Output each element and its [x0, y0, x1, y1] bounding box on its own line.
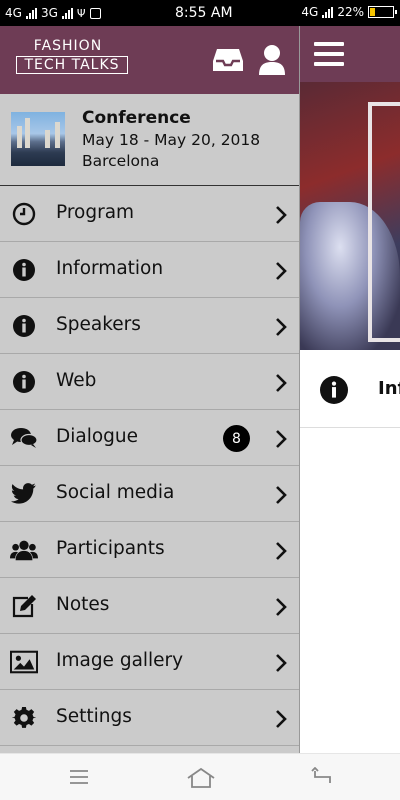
unread-count-badge: 8 [223, 425, 250, 452]
content-list-item[interactable]: Inf [300, 350, 400, 428]
info-icon [10, 314, 38, 338]
logo-line-1: FASHION [33, 38, 103, 54]
app-header [300, 26, 400, 82]
hero-frame-shape [368, 102, 400, 342]
people-icon [10, 538, 38, 562]
signal-icon [322, 6, 334, 18]
chevron-right-icon [274, 541, 288, 565]
menu-item-label: Notes [56, 594, 110, 615]
event-city: Barcelona [82, 152, 160, 170]
chevron-right-icon [274, 485, 288, 509]
event-title: Conference [82, 108, 191, 128]
chevron-right-icon [274, 373, 288, 397]
menu-item-label: Dialogue [56, 426, 139, 447]
gear-icon [10, 706, 38, 730]
event-card[interactable]: Conference May 18 - May 20, 2018 Barcelo… [0, 94, 299, 186]
menu-item-label: Image gallery [56, 650, 184, 671]
battery-percent: 22% [337, 5, 364, 19]
image-icon [10, 650, 38, 674]
menu-item-label: Settings [56, 706, 132, 727]
usb-icon: Ψ [76, 6, 86, 20]
info-icon [10, 370, 38, 394]
user-icon[interactable] [258, 44, 286, 80]
signal-icon [61, 7, 73, 19]
chevron-right-icon [274, 653, 288, 677]
logo-line-2: TECH TALKS [16, 56, 128, 74]
info-icon [10, 258, 38, 282]
menu-item-label: Participants [56, 538, 165, 559]
menu-item-label: Speakers [56, 314, 141, 335]
inbox-icon[interactable] [212, 46, 244, 78]
brand-logo: FASHION TECH TALKS [16, 38, 128, 74]
event-dates: May 18 - May 20, 2018 [82, 131, 261, 149]
chevron-right-icon [274, 261, 288, 285]
network-type-2: 3G [40, 6, 58, 20]
battery-icon [368, 6, 397, 18]
drawer-menu: Program Information Speakers Web Dialogue 8 So… [0, 186, 299, 746]
edit-icon [10, 594, 38, 618]
drawer-header: FASHION TECH TALKS [0, 26, 299, 94]
recents-icon[interactable] [68, 767, 90, 791]
content-item-label: Inf [378, 378, 400, 399]
menu-item-participants[interactable]: Participants [0, 522, 299, 578]
signal-icon [25, 7, 37, 19]
menu-item-speakers[interactable]: Speakers [0, 298, 299, 354]
menu-item-image-gallery[interactable]: Image gallery [0, 634, 299, 690]
status-bar: 4G 3G Ψ 8:55 AM 4G 22% [0, 0, 400, 26]
chevron-right-icon [274, 709, 288, 733]
menu-item-settings[interactable]: Settings [0, 690, 299, 746]
home-icon[interactable] [186, 767, 216, 793]
menu-item-notes[interactable]: Notes [0, 578, 299, 634]
network-type-1: 4G [5, 6, 22, 20]
menu-item-label: Program [56, 202, 135, 223]
menu-item-label: Information [56, 258, 164, 279]
status-right: 4G 22% [301, 5, 397, 19]
chevron-right-icon [274, 429, 288, 453]
twitter-icon [10, 482, 38, 506]
menu-item-information[interactable]: Information [0, 242, 299, 298]
chat-icon [10, 426, 38, 450]
notification-icon [89, 7, 101, 19]
chevron-right-icon [274, 597, 288, 621]
back-icon[interactable] [311, 766, 333, 791]
menu-item-label: Web [56, 370, 97, 391]
menu-item-social-media[interactable]: Social media [0, 466, 299, 522]
menu-item-dialogue[interactable]: Dialogue 8 [0, 410, 299, 466]
chevron-right-icon [274, 205, 288, 229]
network-type-3: 4G [301, 5, 319, 19]
clock: 8:55 AM [175, 5, 233, 21]
status-left: 4G 3G Ψ [5, 6, 101, 20]
menu-item-web[interactable]: Web [0, 354, 299, 410]
chevron-right-icon [274, 317, 288, 341]
info-icon [320, 376, 348, 408]
menu-item-program[interactable]: Program [0, 186, 299, 242]
menu-icon[interactable] [314, 42, 344, 66]
hero-image [300, 82, 400, 350]
event-thumbnail [11, 112, 65, 166]
system-nav-bar [0, 753, 400, 800]
menu-item-label: Social media [56, 482, 175, 503]
clock-icon [10, 202, 38, 226]
navigation-drawer: FASHION TECH TALKS Conference May 18 - M… [0, 26, 300, 753]
